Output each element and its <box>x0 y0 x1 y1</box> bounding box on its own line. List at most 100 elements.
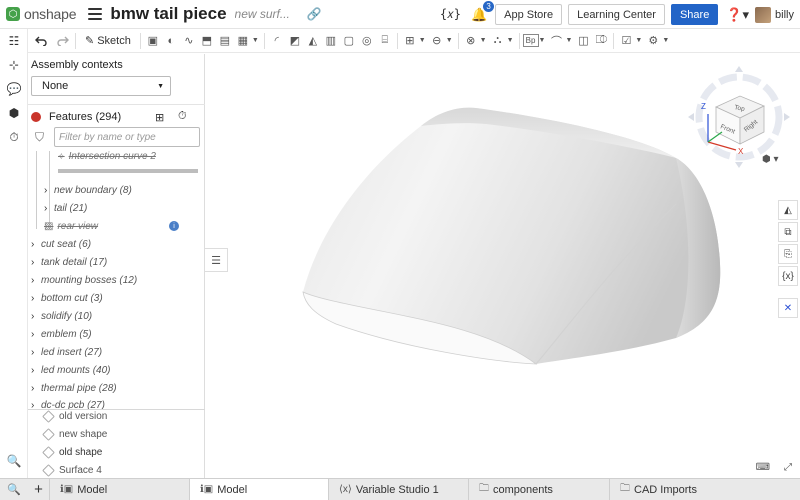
tree-folder-tail[interactable]: › tail (21) <box>44 203 87 214</box>
info-icon[interactable]: i <box>169 221 179 231</box>
chevron-right-icon[interactable]: › <box>31 400 41 409</box>
add-tab-button[interactable]: + <box>28 479 50 500</box>
chevron-down-icon[interactable]: ▼ <box>446 37 453 44</box>
measure-icon[interactable]: ⌨ <box>756 462 770 473</box>
insert-icon[interactable]: ⊹ <box>6 57 22 73</box>
thread-icon[interactable]: ⌸ <box>376 32 394 50</box>
tree-item-rear-view[interactable]: ▨ rear view <box>44 221 98 232</box>
link-icon[interactable]: 🔗 <box>307 7 322 21</box>
document-subtitle[interactable]: new surf... <box>235 7 293 21</box>
shell-icon[interactable]: ▢ <box>340 32 358 50</box>
comment-icon[interactable]: 💬 <box>6 81 22 97</box>
named-views-icon[interactable]: ⎘ <box>778 244 798 264</box>
document-title[interactable]: bmw tail piece <box>110 4 226 24</box>
rollback-bar[interactable] <box>58 169 198 173</box>
tree-folder-bottom-cut[interactable]: › bottom cut (3) <box>31 293 103 304</box>
chevron-right-icon[interactable]: › <box>31 257 41 268</box>
tree-folder-led-mounts[interactable]: › led mounts (40) <box>31 365 110 376</box>
feature-list-icon[interactable]: ☷ <box>6 33 22 49</box>
undo-icon[interactable] <box>32 32 50 50</box>
pattern-icon[interactable]: ⊞ <box>401 32 419 50</box>
tree-folder-cut-seat[interactable]: › cut seat (6) <box>31 239 91 250</box>
tab-cad-imports-folder[interactable]: 🗀 CAD Imports <box>610 479 760 500</box>
rollback-timer-icon[interactable]: ⏱ <box>178 110 187 123</box>
share-button[interactable]: Share <box>670 4 719 25</box>
chevron-right-icon[interactable]: › <box>31 365 41 376</box>
tab-part-studio-model-1[interactable]: ℹ▣ Model <box>50 479 190 500</box>
chevron-down-icon[interactable]: ▼ <box>635 37 642 44</box>
tree-item-intersection-curve[interactable]: ⟡ Intersection curve 2 <box>58 151 156 162</box>
assembly-contexts-select[interactable]: None ▼ <box>31 76 171 96</box>
redo-icon[interactable] <box>54 32 72 50</box>
avatar[interactable] <box>755 6 772 23</box>
history-icon[interactable]: ⏱ <box>6 129 22 145</box>
tree-folder-new-boundary[interactable]: › new boundary (8) <box>44 185 132 196</box>
chevron-down-icon[interactable]: ▼ <box>419 37 426 44</box>
filter-input[interactable]: Filter by name or type <box>54 127 200 147</box>
checklist-icon[interactable]: ☑ <box>617 32 635 50</box>
bp-icon[interactable]: Bp <box>522 34 539 47</box>
loft-icon[interactable]: ⬒ <box>198 32 216 50</box>
chevron-down-icon[interactable]: ▼ <box>565 37 572 44</box>
variables-icon[interactable]: {𝑥} <box>440 7 461 22</box>
enclose-icon[interactable]: ▦ <box>234 32 252 50</box>
help-icon[interactable]: ❓▾ <box>726 7 749 23</box>
boolean-icon[interactable]: ⊖ <box>428 32 446 50</box>
menu-icon[interactable] <box>88 7 103 21</box>
chevron-down-icon[interactable]: ▼ <box>539 37 546 44</box>
chevron-right-icon[interactable]: › <box>44 185 54 196</box>
part-new-shape[interactable]: new shape <box>42 428 107 441</box>
user-name[interactable]: billy <box>775 9 794 21</box>
filter-icon[interactable]: ⛉ <box>35 130 44 145</box>
part-surface-4[interactable]: Surface 4 <box>42 464 102 477</box>
chevron-down-icon[interactable]: ▼ <box>662 37 669 44</box>
part-old-version[interactable]: old version <box>42 410 107 423</box>
chevron-right-icon[interactable]: › <box>31 383 41 394</box>
part-old-shape[interactable]: old shape <box>42 446 102 459</box>
fillet-icon[interactable]: ◜ <box>268 32 286 50</box>
variables-panel-icon[interactable]: {x} <box>778 266 798 286</box>
curve-icon[interactable]: ⌒ <box>547 32 565 50</box>
learning-center-button[interactable]: Learning Center <box>568 4 665 25</box>
mate-connector-icon[interactable]: ⛬ <box>489 32 507 50</box>
search-icon[interactable]: 🔍 <box>6 453 22 469</box>
notifications-bell-icon[interactable]: 🔔 3 <box>471 0 495 23</box>
chevron-right-icon[interactable]: › <box>31 293 41 304</box>
chevron-right-icon[interactable]: › <box>44 203 54 214</box>
display-states-icon[interactable]: ⧉ <box>778 222 798 242</box>
tree-folder-solidify[interactable]: › solidify (10) <box>31 311 92 322</box>
surface-icon[interactable]: ◫ <box>574 32 592 50</box>
tab-search-icon[interactable]: 🔍 <box>0 479 28 500</box>
add-folder-icon[interactable]: ⊞ <box>155 111 164 124</box>
chevron-down-icon[interactable]: ▼ <box>507 37 514 44</box>
graphics-viewport[interactable]: Top Front Right Z X ⬢ ▾ ◭ ⧉ ⎘ {x} ✕ ⌨ ⤢ <box>206 54 800 478</box>
custom-feature-icon[interactable]: ⚙ <box>644 32 662 50</box>
chevron-down-icon[interactable]: ▼ <box>252 37 259 44</box>
tab-variable-studio[interactable]: ⟨x⟩ Variable Studio 1 <box>329 479 469 500</box>
onshape-logo[interactable]: ⬡ onshape <box>6 6 77 22</box>
tree-folder-mounting-bosses[interactable]: › mounting bosses (12) <box>31 275 137 286</box>
chamfer-icon[interactable]: ◩ <box>286 32 304 50</box>
expand-icon[interactable]: ⤢ <box>784 462 792 473</box>
chevron-right-icon[interactable]: › <box>31 311 41 322</box>
chevron-right-icon[interactable]: › <box>31 347 41 358</box>
sheet-metal-icon[interactable]: ⎄ <box>592 32 610 50</box>
draft-icon[interactable]: ◭ <box>304 32 322 50</box>
chevron-down-icon[interactable]: ▼ <box>480 37 487 44</box>
tree-folder-emblem[interactable]: › emblem (5) <box>31 329 92 340</box>
custom-app-icon[interactable]: ✕ <box>778 298 798 318</box>
tab-components-folder[interactable]: 🗀 components <box>469 479 610 500</box>
revolve-icon[interactable]: ◐ <box>162 32 180 50</box>
section-view-icon[interactable]: ◭ <box>778 200 798 220</box>
hole-icon[interactable]: ◎ <box>358 32 376 50</box>
sweep-icon[interactable]: ∿ <box>180 32 198 50</box>
parts-icon[interactable]: ⬢ <box>6 105 22 121</box>
chevron-right-icon[interactable]: › <box>31 239 41 250</box>
tree-folder-thermal-pipe[interactable]: › thermal pipe (28) <box>31 383 117 394</box>
chevron-right-icon[interactable]: › <box>31 275 41 286</box>
sketch-button[interactable]: ✎ Sketch <box>79 32 137 50</box>
extrude-icon[interactable]: ▣ <box>144 32 162 50</box>
tree-folder-led-insert[interactable]: › led insert (27) <box>31 347 102 358</box>
chevron-right-icon[interactable]: › <box>31 329 41 340</box>
view-options-icon[interactable]: ⬢ ▾ <box>762 154 779 165</box>
